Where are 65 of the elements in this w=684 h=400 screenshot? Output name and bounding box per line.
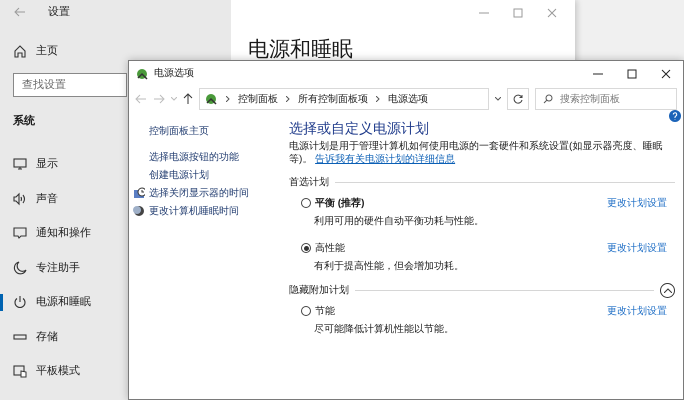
crescent-moon-icon — [13, 260, 27, 275]
nav-item[interactable]: 专注助手 — [0, 250, 126, 285]
chevron-icon — [376, 96, 380, 102]
help-icon[interactable] — [669, 110, 681, 122]
speech-bubble-icon — [13, 226, 27, 240]
monitor-clock-icon — [133, 187, 145, 199]
search-icon — [543, 94, 553, 104]
display-icon — [13, 157, 27, 172]
sidebar-link[interactable]: 选择电源按钮的功能 — [133, 148, 281, 166]
radio-button[interactable] — [301, 306, 311, 316]
change-plan-settings-link[interactable]: 更改计划设置 — [607, 196, 667, 211]
radio-button[interactable] — [301, 243, 311, 254]
breadcrumb-item[interactable]: 控制面板 — [238, 92, 278, 106]
search-field[interactable]: 查找设置 — [13, 72, 127, 96]
plan-description: 利用可用的硬件自动平衡功耗与性能。 — [313, 214, 485, 229]
nav-item[interactable]: 平板模式 — [0, 354, 126, 388]
power-icon — [13, 295, 27, 310]
address-bar[interactable]: 控制面板 所有控制面板项 电源选项 — [199, 88, 490, 110]
home-link[interactable]: 主页 — [36, 43, 58, 60]
description-text: 电源计划是用于管理计算机如何使用电源的一套硬件和系统设置(如显示器亮度、睡眠等)。 告诉我有关电源计划的详细信息 — [289, 140, 664, 166]
nav-item[interactable]: 通知和操作 — [0, 216, 126, 250]
tablet-icon — [13, 364, 27, 378]
group-heading: 首选计划 — [289, 176, 329, 190]
plan-name: 节能 — [315, 304, 335, 319]
refresh-icon — [513, 94, 524, 104]
plan-name: 高性能 — [315, 242, 345, 256]
up-arrow-icon[interactable] — [183, 93, 193, 105]
dropdown-caret-icon[interactable] — [495, 97, 502, 101]
speaker-icon — [13, 192, 27, 206]
chevron-icon — [226, 96, 230, 102]
close-icon — [661, 69, 671, 79]
breadcrumb-item[interactable]: 电源选项 — [388, 92, 428, 106]
page-title: 电源和睡眠 — [247, 37, 353, 63]
sidebar-link[interactable]: 选择关闭显示器的时间 — [133, 184, 281, 202]
section-heading: 系统 — [13, 114, 35, 128]
radio-button[interactable] — [301, 198, 311, 208]
nav-item[interactable]: 声音 — [0, 182, 126, 216]
power-options-icon — [204, 92, 218, 106]
plan-description: 有利于提高性能，但会增加功耗。 — [313, 260, 465, 274]
change-plan-settings-link[interactable]: 更改计划设置 — [607, 304, 667, 319]
refresh-button[interactable] — [507, 88, 529, 110]
nav-item[interactable]: 存储 — [0, 320, 126, 354]
collapse-button[interactable] — [660, 283, 675, 298]
maximize-icon — [627, 69, 637, 79]
sidebar-link[interactable]: 控制面板主页 — [133, 122, 281, 140]
plan-name: 平衡 (推荐) — [315, 196, 364, 211]
moon-globe-icon — [133, 205, 145, 217]
plan-description: 尽可能降低计算机性能以节能。 — [313, 322, 455, 337]
chevron-up-icon — [664, 288, 672, 294]
nav-item[interactable]: 显示 — [0, 147, 126, 182]
window-title: 电源选项 — [154, 66, 194, 81]
home-icon[interactable] — [13, 44, 27, 58]
group-heading: 隐藏附加计划 — [289, 284, 349, 298]
nav-item[interactable]: 电源和睡眠 — [0, 285, 126, 320]
close-icon — [547, 8, 557, 18]
power-options-icon — [135, 66, 149, 80]
help-link[interactable]: 告诉我有关电源计划的详细信息 — [315, 154, 456, 165]
sidebar-link[interactable]: 创建电源计划 — [133, 166, 281, 184]
page-heading: 选择或自定义电源计划 — [289, 120, 430, 137]
window-title: 设置 — [48, 4, 70, 20]
change-plan-settings-link[interactable]: 更改计划设置 — [607, 240, 667, 256]
breadcrumb-item[interactable]: 所有控制面板项 — [298, 92, 368, 106]
sidebar-link[interactable]: 更改计算机睡眠时间 — [133, 202, 281, 220]
chevron-icon — [286, 96, 290, 102]
maximize-icon — [513, 8, 523, 18]
